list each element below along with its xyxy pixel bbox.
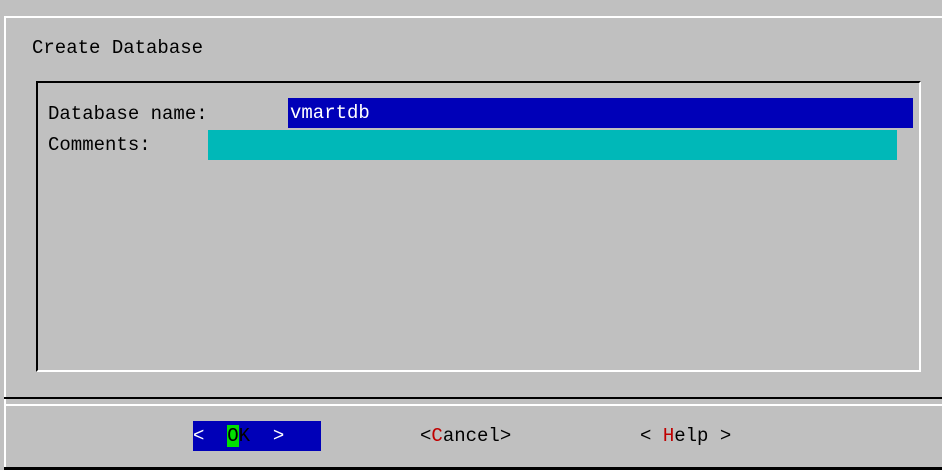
dialog-title: Create Database (32, 37, 204, 59)
ok-button-left-bracket: < (193, 425, 228, 447)
comments-field[interactable] (208, 130, 897, 160)
cancel-button-left-bracket: < (420, 425, 432, 447)
database-name-label: Database name: (48, 103, 208, 125)
comments-label: Comments: (48, 134, 151, 156)
ok-button-hotkey: O (227, 425, 239, 447)
help-button-left-bracket: < (640, 425, 663, 447)
cancel-button-hotkey: C (431, 425, 443, 447)
database-name-field[interactable]: vmartdb (288, 98, 913, 128)
ok-button-label-rest: K (238, 425, 251, 447)
ok-button[interactable]: < OK > (193, 421, 321, 451)
cancel-button-label-rest: ancel> (442, 425, 512, 447)
help-button-hotkey: H (662, 425, 675, 447)
help-button-label-rest: elp > (674, 425, 732, 447)
cancel-button[interactable]: <Cancel> (420, 421, 511, 451)
button-bar-divider-highlight (4, 404, 942, 406)
ok-button-right-bracket: > (250, 425, 285, 447)
help-button[interactable]: < Help > (640, 421, 731, 451)
button-bar-divider (4, 397, 942, 399)
